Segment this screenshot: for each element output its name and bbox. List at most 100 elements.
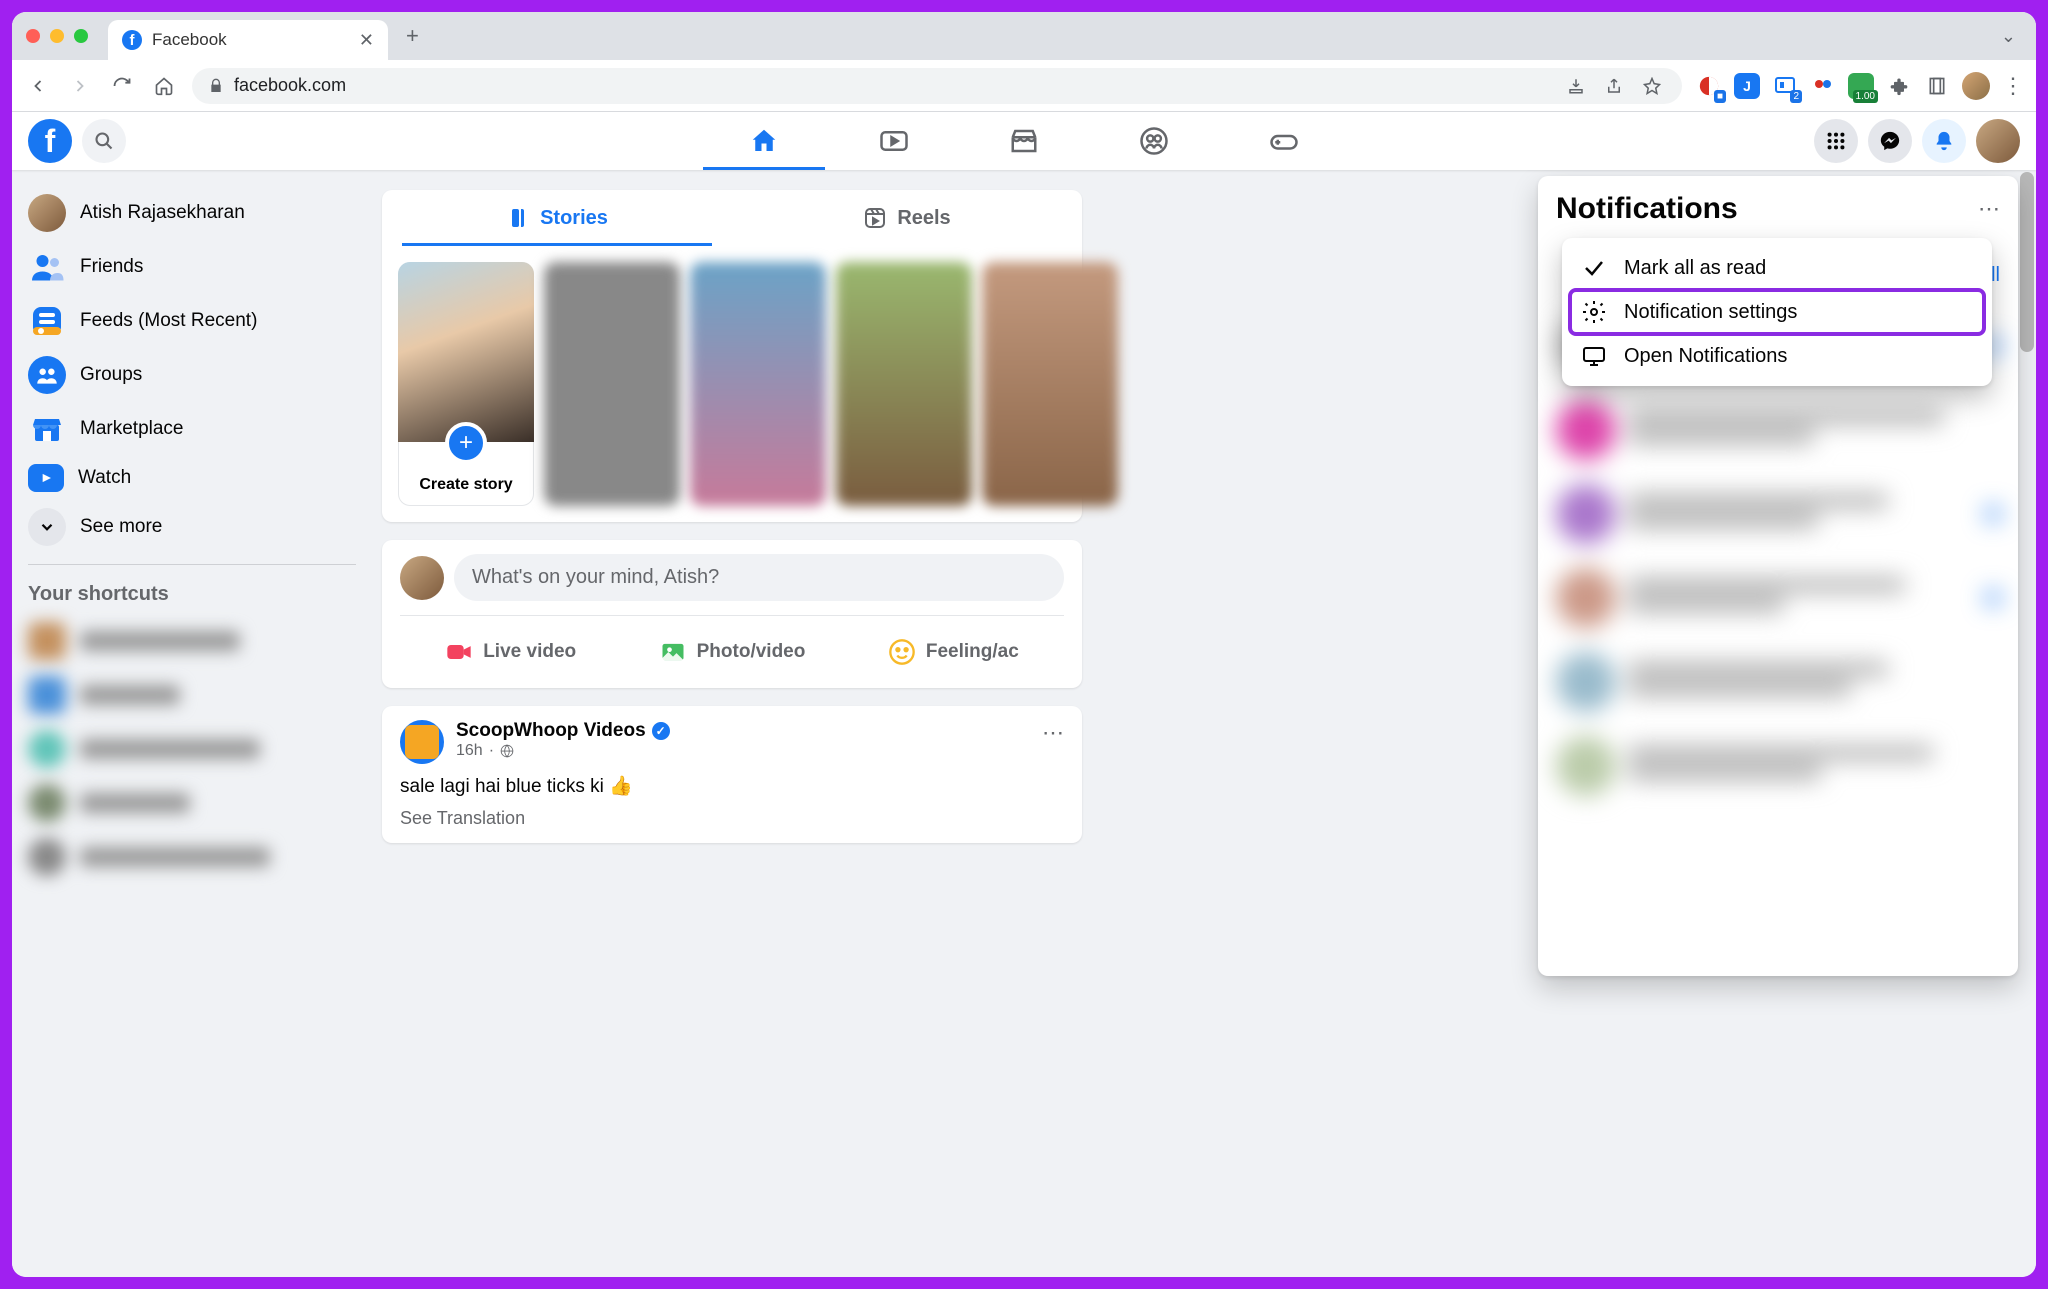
browser-menu-button[interactable]: ⋮: [2002, 73, 2024, 99]
open-notifications-item[interactable]: Open Notifications: [1570, 334, 1984, 378]
browser-profile-avatar[interactable]: [1962, 72, 1990, 100]
post-card: ScoopWhoop Videos ✓ 16h · ⋯ sale lagi ha…: [382, 706, 1082, 843]
notification-settings-item[interactable]: Notification settings: [1570, 290, 1984, 334]
post-text: sale lagi hai blue ticks ki 👍: [400, 774, 1064, 798]
sidebar-label: Marketplace: [80, 418, 184, 440]
shortcut-item[interactable]: [20, 614, 364, 668]
story-item[interactable]: [982, 262, 1118, 506]
live-video-button[interactable]: Live video: [400, 630, 621, 674]
sidebar-groups[interactable]: Groups: [20, 348, 364, 402]
nav-gaming[interactable]: [1219, 112, 1349, 170]
create-story[interactable]: + Create story: [398, 262, 534, 506]
home-button[interactable]: [150, 76, 178, 96]
story-item[interactable]: [690, 262, 826, 506]
facebook-logo[interactable]: f: [28, 119, 72, 163]
browser-toolbar: facebook.com ■ J 2 1.00 ⋮: [12, 60, 2036, 112]
extension-3[interactable]: 2: [1772, 73, 1798, 99]
feeling-button[interactable]: Feeling/ac: [843, 630, 1064, 674]
nav-home[interactable]: [699, 112, 829, 170]
messenger-button[interactable]: [1868, 119, 1912, 163]
smile-icon: [888, 638, 916, 666]
notifications-title: Notifications: [1556, 192, 1738, 226]
facebook-header: f: [12, 112, 2036, 170]
menu-grid-button[interactable]: [1814, 119, 1858, 163]
gear-icon: [1580, 300, 1608, 324]
sidebar-marketplace[interactable]: Marketplace: [20, 402, 364, 456]
search-button[interactable]: [82, 119, 126, 163]
page-scrollbar[interactable]: [2020, 170, 2034, 1277]
verified-badge-icon: ✓: [652, 722, 670, 740]
bookmark-icon[interactable]: [1638, 77, 1666, 95]
reels-icon: [863, 206, 887, 230]
share-icon[interactable]: [1600, 77, 1628, 95]
extension-1[interactable]: ■: [1696, 73, 1722, 99]
compose-avatar[interactable]: [400, 556, 444, 600]
extension-4[interactable]: [1810, 73, 1836, 99]
expand-tabs-button[interactable]: ⌄: [2001, 26, 2026, 47]
notifications-options-button[interactable]: ⋯: [1978, 196, 2000, 222]
compose-input[interactable]: What's on your mind, Atish?: [454, 554, 1064, 601]
sidebar-profile[interactable]: Atish Rajasekharan: [20, 186, 364, 240]
extensions-menu-icon[interactable]: [1886, 73, 1912, 99]
reload-button[interactable]: [108, 76, 136, 96]
address-bar[interactable]: facebook.com: [192, 68, 1682, 104]
nav-groups[interactable]: [1089, 112, 1219, 170]
tab-title: Facebook: [152, 30, 227, 50]
user-name: Atish Rajasekharan: [80, 202, 245, 224]
back-button[interactable]: [24, 76, 52, 96]
nav-watch[interactable]: [829, 112, 959, 170]
close-window-button[interactable]: [26, 29, 40, 43]
shortcut-item[interactable]: [20, 668, 364, 722]
photo-video-button[interactable]: Photo/video: [621, 630, 842, 674]
marketplace-icon: [28, 410, 66, 448]
notifications-button[interactable]: [1922, 119, 1966, 163]
post-author[interactable]: ScoopWhoop Videos ✓: [456, 720, 670, 742]
post-meta: 16h ·: [456, 742, 670, 760]
post-more-button[interactable]: ⋯: [1042, 720, 1064, 746]
shortcut-item[interactable]: [20, 722, 364, 776]
sidebar-friends[interactable]: Friends: [20, 240, 364, 294]
forward-button[interactable]: [66, 76, 94, 96]
extension-2[interactable]: J: [1734, 73, 1760, 99]
sidebar-see-more[interactable]: See more: [20, 500, 364, 554]
extension-5[interactable]: 1.00: [1848, 73, 1874, 99]
tab-stories[interactable]: Stories: [382, 190, 732, 246]
sidebar-feeds[interactable]: Feeds (Most Recent): [20, 294, 364, 348]
post-avatar[interactable]: [400, 720, 444, 764]
browser-tab-bar: f Facebook ✕ + ⌄: [12, 12, 2036, 60]
minimize-window-button[interactable]: [50, 29, 64, 43]
groups-icon: [28, 356, 66, 394]
feeds-icon: [28, 302, 66, 340]
see-translation[interactable]: See Translation: [400, 808, 1064, 829]
monitor-icon: [1580, 344, 1608, 368]
video-icon: [445, 638, 473, 666]
browser-tab[interactable]: f Facebook ✕: [108, 20, 388, 60]
notifications-context-menu: Mark all as read Notification settings O…: [1562, 238, 1992, 386]
story-item[interactable]: [836, 262, 972, 506]
story-item[interactable]: [544, 262, 680, 506]
reading-list-icon[interactable]: [1924, 73, 1950, 99]
nav-marketplace[interactable]: [959, 112, 1089, 170]
close-tab-button[interactable]: ✕: [359, 30, 374, 51]
main-feed: Stories Reels + Create story: [372, 170, 1092, 1277]
globe-icon: [500, 744, 514, 758]
new-tab-button[interactable]: +: [406, 23, 419, 49]
tab-reels[interactable]: Reels: [732, 190, 1082, 246]
photo-icon: [659, 638, 687, 666]
stories-icon: [506, 206, 530, 230]
mark-all-read-item[interactable]: Mark all as read: [1570, 246, 1984, 290]
watch-icon: [28, 464, 64, 492]
shortcut-item[interactable]: [20, 776, 364, 830]
shortcut-item[interactable]: [20, 830, 364, 884]
plus-icon: +: [445, 422, 487, 464]
friends-icon: [28, 248, 66, 286]
url-text: facebook.com: [234, 75, 346, 96]
sidebar-watch[interactable]: Watch: [20, 456, 364, 500]
check-icon: [1580, 256, 1608, 280]
maximize-window-button[interactable]: [74, 29, 88, 43]
profile-avatar[interactable]: [1976, 119, 2020, 163]
sidebar-label: Groups: [80, 364, 142, 386]
install-app-icon[interactable]: [1562, 77, 1590, 95]
shortcuts-heading: Your shortcuts: [20, 575, 364, 614]
avatar-icon: [28, 194, 66, 232]
